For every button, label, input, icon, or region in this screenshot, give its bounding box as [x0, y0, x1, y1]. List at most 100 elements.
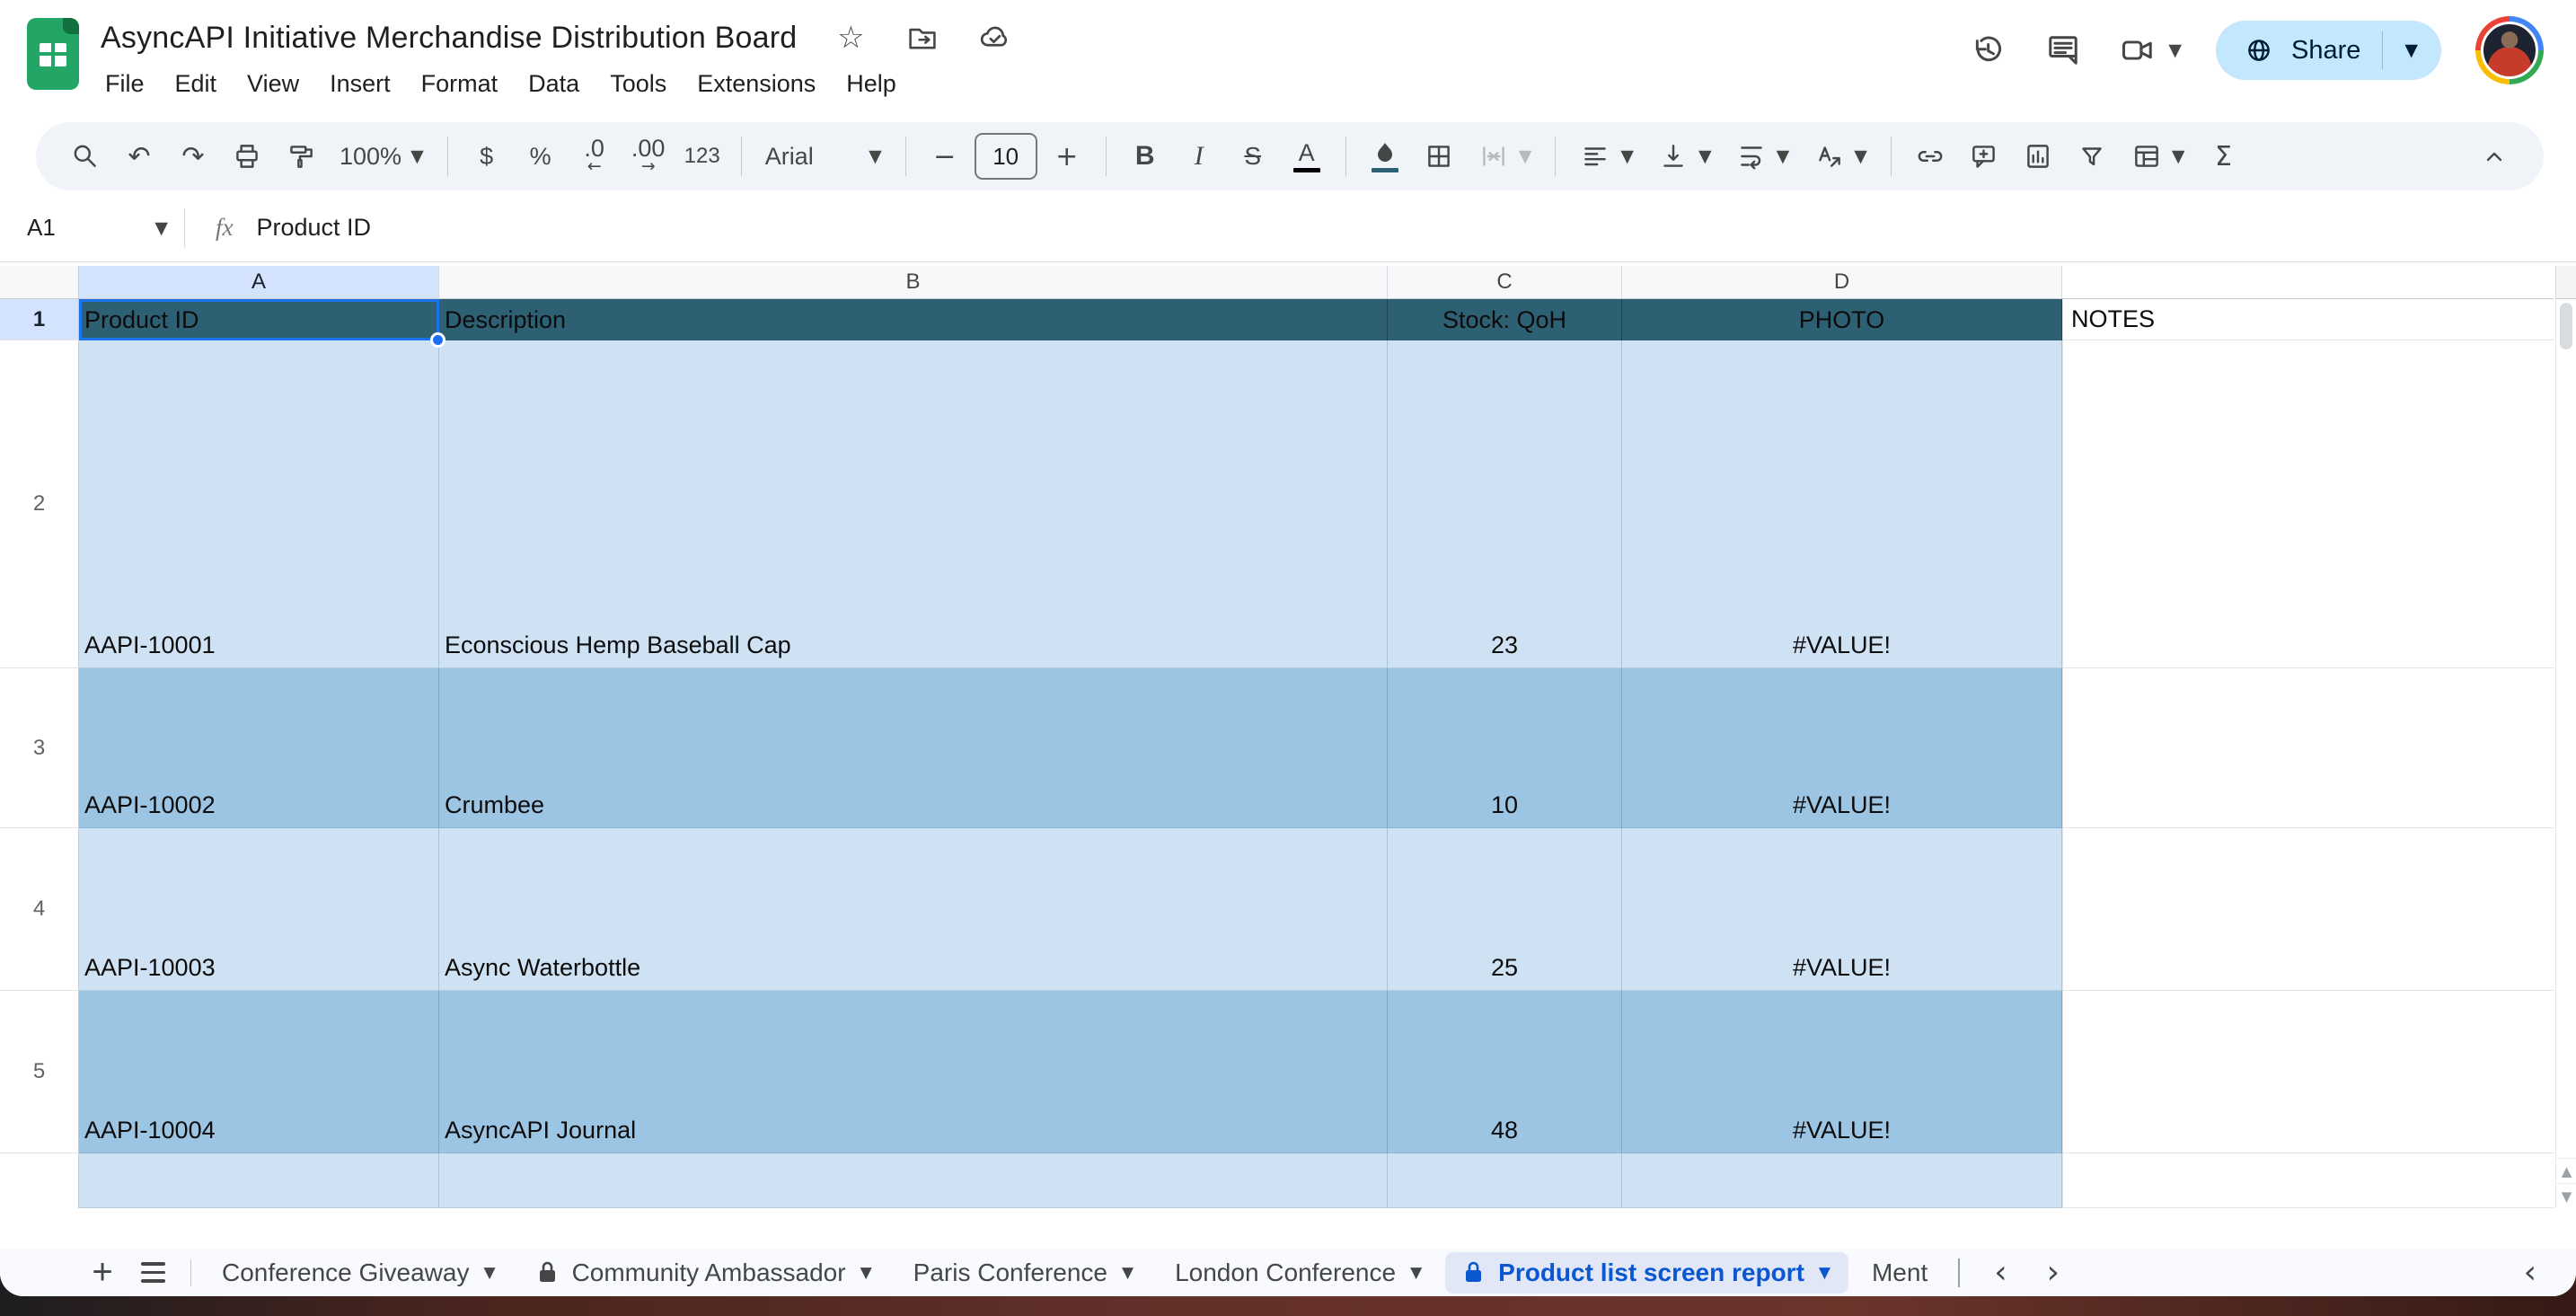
- merge-cells-button[interactable]: ▼: [1469, 131, 1541, 181]
- print-button[interactable]: [223, 131, 271, 181]
- name-box[interactable]: A1 ▼: [0, 214, 184, 242]
- search-menus-button[interactable]: [61, 131, 110, 181]
- sheet-tab-conference-giveaway[interactable]: Conference Giveaway ▼: [204, 1252, 514, 1294]
- row-header-5[interactable]: 5: [0, 991, 79, 1153]
- move-to-folder-icon[interactable]: [904, 20, 940, 56]
- tab-scroll-right-icon[interactable]: ›: [2047, 1254, 2060, 1291]
- meet-presentation-control[interactable]: ▼: [2118, 31, 2182, 70]
- format-currency-button[interactable]: $: [463, 131, 511, 181]
- menu-edit[interactable]: Edit: [160, 65, 233, 103]
- cell-notes-row5[interactable]: [2062, 991, 2554, 1153]
- meet-dropdown-caret[interactable]: ▼: [2168, 40, 2182, 60]
- column-header-C[interactable]: C: [1388, 266, 1622, 299]
- cell-E1-notes[interactable]: NOTES: [2062, 299, 2554, 340]
- account-avatar[interactable]: [2475, 16, 2544, 84]
- sheet-tab-product-list-screen-report[interactable]: Product list screen report ▼: [1445, 1251, 1848, 1294]
- comments-icon[interactable]: [2042, 30, 2084, 71]
- version-history-icon[interactable]: [1967, 30, 2008, 71]
- increase-decimal-button[interactable]: .00 →: [624, 131, 673, 181]
- menu-insert[interactable]: Insert: [314, 65, 406, 103]
- share-button[interactable]: Share ▼: [2215, 21, 2441, 80]
- horizontal-align-button[interactable]: ▼: [1570, 131, 1643, 181]
- cell-stock-row2[interactable]: 23: [1388, 340, 1622, 668]
- cell-photo-row3[interactable]: #VALUE!: [1622, 668, 2062, 828]
- sheet-tab-menu-caret[interactable]: ▼: [483, 1264, 495, 1282]
- sheet-tab-menu-caret[interactable]: ▼: [1819, 1264, 1831, 1282]
- undo-button[interactable]: ↶: [115, 131, 163, 181]
- scroll-down-button[interactable]: ▼: [2556, 1183, 2576, 1208]
- select-all-corner[interactable]: [0, 266, 79, 299]
- cell-description-row3[interactable]: Crumbee: [439, 668, 1388, 828]
- decrease-decimal-button[interactable]: .0 ←: [570, 131, 619, 181]
- name-box-caret[interactable]: ▼: [154, 218, 168, 238]
- sheet-tab-paris-conference[interactable]: Paris Conference ▼: [895, 1252, 1151, 1294]
- selected-cell-outline[interactable]: [79, 299, 439, 340]
- menu-extensions[interactable]: Extensions: [682, 65, 831, 103]
- redo-button[interactable]: ↷: [169, 131, 217, 181]
- scroll-up-button[interactable]: ▲: [2556, 1158, 2576, 1183]
- all-sheets-button[interactable]: [128, 1251, 178, 1294]
- menu-help[interactable]: Help: [831, 65, 912, 103]
- cell-stock-row5[interactable]: 48: [1388, 991, 1622, 1153]
- insert-link-button[interactable]: [1906, 131, 1954, 181]
- cell-description-row2[interactable]: Econscious Hemp Baseball Cap: [439, 340, 1388, 668]
- sheets-logo-icon[interactable]: [27, 18, 79, 90]
- column-header-A[interactable]: A: [79, 266, 439, 299]
- cell-stock-row3[interactable]: 10: [1388, 668, 1622, 828]
- cell-photo-row2[interactable]: #VALUE!: [1622, 340, 2062, 668]
- sheet-tab-london-conference[interactable]: London Conference ▼: [1157, 1252, 1440, 1294]
- zoom-select[interactable]: 100% ▼: [331, 131, 433, 181]
- star-icon[interactable]: ☆: [833, 20, 869, 56]
- cell-notes-row4[interactable]: [2062, 828, 2554, 991]
- bold-button[interactable]: B: [1121, 131, 1169, 181]
- tab-scroll-left-icon[interactable]: ‹: [1994, 1254, 2007, 1291]
- fill-color-button[interactable]: [1361, 131, 1409, 181]
- sheet-tab-community-ambassador[interactable]: Community Ambassador ▼: [519, 1252, 890, 1294]
- vertical-scrollbar[interactable]: ▲ ▼: [2555, 299, 2576, 1208]
- cell-stock-row4[interactable]: 25: [1388, 828, 1622, 991]
- font-select[interactable]: Arial ▼: [756, 131, 891, 181]
- row-header-3[interactable]: 3: [0, 668, 79, 828]
- cell-description-row4[interactable]: Async Waterbottle: [439, 828, 1388, 991]
- cell-product_id-row3[interactable]: AAPI-10002: [79, 668, 439, 828]
- column-header-B[interactable]: B: [439, 266, 1388, 299]
- menu-view[interactable]: View: [232, 65, 314, 103]
- vertical-scrollbar-thumb[interactable]: [2560, 303, 2572, 349]
- fill-handle[interactable]: [430, 332, 446, 348]
- text-rotation-button[interactable]: ▼: [1804, 131, 1876, 181]
- sheet-tab-menu-caret[interactable]: ▼: [1410, 1264, 1422, 1282]
- hide-toolbar-button[interactable]: [2470, 131, 2519, 181]
- vertical-align-button[interactable]: ▼: [1648, 131, 1721, 181]
- table-views-button[interactable]: ▼: [2122, 131, 2194, 181]
- cloud-saved-icon[interactable]: [976, 20, 1012, 56]
- paint-format-button[interactable]: [277, 131, 325, 181]
- document-title[interactable]: AsyncAPI Initiative Merchandise Distribu…: [101, 21, 797, 56]
- cell-product_id-row2[interactable]: AAPI-10001: [79, 340, 439, 668]
- cell-D1-photo[interactable]: PHOTO: [1622, 299, 2062, 340]
- insert-chart-button[interactable]: [2014, 131, 2062, 181]
- formula-input[interactable]: Product ID: [257, 214, 372, 242]
- text-wrapping-button[interactable]: ▼: [1726, 131, 1799, 181]
- menu-data[interactable]: Data: [513, 65, 595, 103]
- insert-comment-button[interactable]: [1960, 131, 2008, 181]
- cell-photo-row5[interactable]: #VALUE!: [1622, 991, 2062, 1153]
- number-format-button[interactable]: 123: [678, 131, 727, 181]
- sheet-tab-menu-caret[interactable]: ▼: [860, 1264, 872, 1282]
- cell-notes-row3[interactable]: [2062, 668, 2554, 828]
- cell-photo-row4[interactable]: #VALUE!: [1622, 828, 2062, 991]
- row-header-4[interactable]: 4: [0, 828, 79, 991]
- cell-C1-stock[interactable]: Stock: QoH: [1388, 299, 1622, 340]
- cell-product_id-row5[interactable]: AAPI-10004: [79, 991, 439, 1153]
- functions-button[interactable]: Σ: [2199, 131, 2247, 181]
- cell-notes-row2[interactable]: [2062, 340, 2554, 668]
- sheet-tab-menu-caret[interactable]: ▼: [1122, 1264, 1134, 1282]
- text-color-button[interactable]: A: [1283, 131, 1331, 181]
- decrease-font-size-button[interactable]: −: [921, 131, 969, 181]
- menu-file[interactable]: File: [90, 65, 160, 103]
- menu-tools[interactable]: Tools: [595, 65, 682, 103]
- cell-description-row5[interactable]: AsyncAPI Journal: [439, 991, 1388, 1153]
- share-dropdown-caret[interactable]: ▼: [2404, 40, 2418, 60]
- strikethrough-button[interactable]: S: [1229, 131, 1277, 181]
- italic-button[interactable]: I: [1175, 131, 1223, 181]
- column-header-D[interactable]: D: [1622, 266, 2062, 299]
